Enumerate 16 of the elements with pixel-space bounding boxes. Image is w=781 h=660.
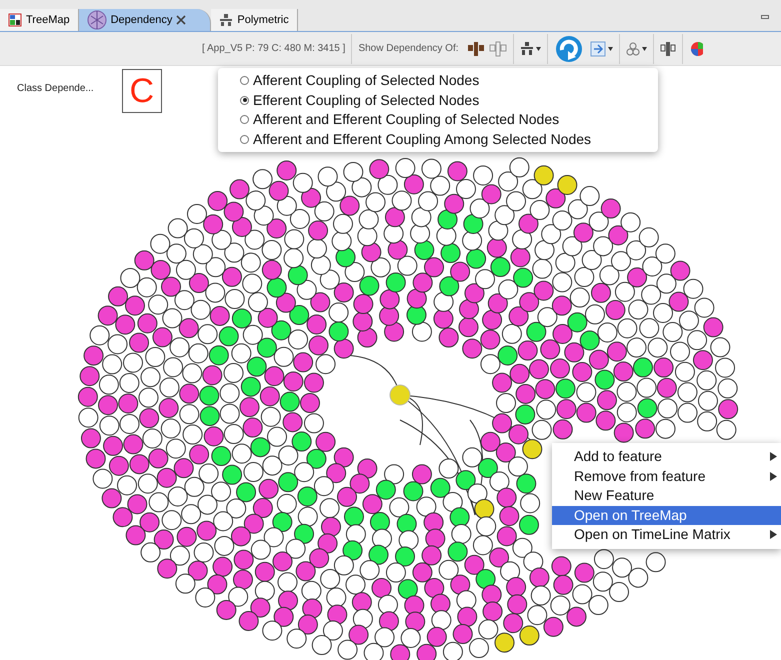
tab[interactable]: Dependency: [78, 9, 212, 31]
tab[interactable]: TreeMap: [0, 9, 79, 31]
radio-option[interactable]: Efferent Coupling of Selected Nodes: [240, 90, 658, 110]
menu-item[interactable]: Add to feature: [552, 447, 781, 466]
menu-item[interactable]: Open on TimeLine Matrix: [552, 525, 781, 544]
show-dependency-label: Show Dependency Of:: [358, 42, 458, 56]
tab[interactable]: Polymetric: [211, 9, 298, 31]
menu-item[interactable]: Remove from feature: [552, 466, 781, 486]
radio-option[interactable]: Afferent and Efferent Coupling Among Selected Nodes: [240, 130, 658, 149]
menu-item[interactable]: Open on TreeMap: [552, 506, 781, 525]
letter-badge: C: [122, 69, 162, 113]
radio-option[interactable]: Afferent Coupling of Selected Nodes: [240, 71, 658, 90]
radio-option[interactable]: Afferent and Efferent Coupling of Selected Nodes: [240, 110, 658, 130]
project-info: [ App_V5 P: 79 C: 480 M: 3415 ]: [202, 42, 346, 56]
menu-item[interactable]: New Feature: [552, 486, 781, 506]
view-label: Class Depende...: [17, 82, 94, 96]
